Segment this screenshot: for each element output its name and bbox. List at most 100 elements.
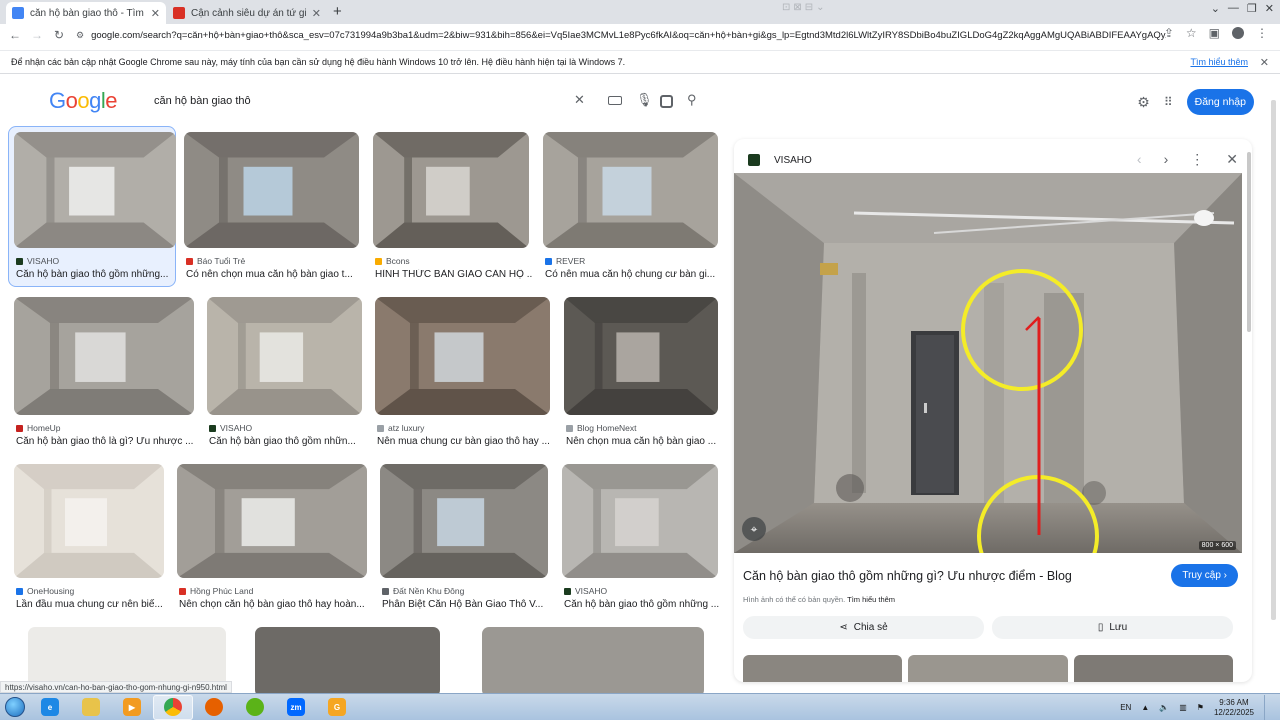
result-source[interactable]: atz luxury [377,423,424,433]
image-result-card[interactable]: atz luxury Nên mua chung cư bàn giao thô … [375,297,550,455]
result-thumbnail[interactable] [184,132,359,248]
taskbar-chrome[interactable] [153,694,193,720]
back-icon[interactable]: ← [4,28,26,42]
related-image[interactable] [1073,655,1233,682]
minimize-icon[interactable]: — [1228,2,1239,15]
result-caption[interactable]: Căn hộ bàn giao thô gồm những ... [564,599,722,610]
next-icon[interactable]: › [1164,151,1169,168]
image-result-card[interactable]: OneHousing Lần đầu mua chung cư nên biế..… [14,464,164,618]
lens-search-icon[interactable]: ⌖ [742,517,766,541]
preview-image[interactable]: ⌖ 800 × 600 [734,173,1242,553]
result-caption[interactable]: Nên chọn mua căn hộ bàn giao ... [566,436,722,447]
image-result-card[interactable]: HomeUp Căn hộ bàn giao thô là gì? Ưu nhượ… [14,297,194,455]
image-result-card[interactable] [255,627,440,693]
search-icon[interactable]: ⚲ [687,92,697,108]
more-options-icon[interactable]: ⋮ [1190,151,1204,168]
menu-icon[interactable]: ⋮ [1256,26,1268,40]
result-thumbnail[interactable] [14,297,194,415]
image-result-card[interactable]: VISAHO Căn hộ bàn giao thô gồm nhữn... [207,297,362,455]
share-icon[interactable]: ⇪ [1164,26,1174,40]
result-source[interactable]: Blog HomeNext [566,423,637,433]
result-thumbnail[interactable] [177,464,367,578]
flag-icon[interactable]: ⚑ [1197,703,1204,712]
panel-scrollbar[interactable] [1247,152,1251,332]
language-indicator[interactable]: EN [1120,703,1131,712]
taskbar-app-orange[interactable]: G [317,695,357,720]
taskbar-media[interactable]: ▶ [112,695,152,720]
page-scrollbar[interactable] [1271,100,1276,620]
close-tab-icon[interactable]: ✕ [312,7,321,20]
close-panel-icon[interactable]: ✕ [1226,151,1238,168]
search-input[interactable] [140,95,560,107]
start-button[interactable] [0,694,30,721]
image-result-card[interactable]: Báo Tuổi Trẻ Có nên chọn mua căn hộ bàn g… [184,132,359,288]
address-bar[interactable]: ⚙ google.com/search?q=căn+hộ+bàn+giao+th… [76,25,1166,45]
result-caption[interactable]: Lần đầu mua chung cư nên biế... [16,599,168,610]
result-caption[interactable]: Căn hộ bàn giao thô gồm những... [16,269,180,280]
result-caption[interactable]: Nên chọn căn hộ bàn giao thô hay hoàn... [179,599,371,610]
tray-arrow-icon[interactable]: ▲ [1141,703,1149,712]
related-image[interactable] [743,655,903,682]
image-result-card[interactable]: Đất Nền Khu Đông Phân Biệt Căn Hộ Bàn Gia… [380,464,548,618]
forward-icon[interactable]: → [26,28,48,42]
learn-more-link[interactable]: Tìm hiểu thêm [1190,57,1248,67]
result-thumbnail[interactable] [543,132,718,248]
taskbar-app-green[interactable] [235,695,275,720]
panel-site-name[interactable]: VISAHO [774,155,812,166]
result-caption[interactable]: Có nên mua căn hộ chung cư bàn gi... [545,269,722,280]
google-logo[interactable]: Google [49,88,118,114]
clock[interactable]: 9:36 AM 12/22/2025 [1214,698,1254,718]
side-panel-icon[interactable]: ▣ [1209,26,1220,40]
image-result-card[interactable]: REVER Có nên mua căn hộ chung cư bàn gi..… [543,132,718,288]
save-button[interactable]: ▯ Lưu [992,616,1233,639]
result-thumbnail[interactable] [207,297,362,415]
result-caption[interactable]: Nên mua chung cư bàn giao thô hay ... [377,436,554,447]
volume-icon[interactable]: 🔈 [1159,703,1169,712]
profile-avatar[interactable] [1232,27,1244,39]
result-caption[interactable]: HÌNH THỨC BÀN GIAO CĂN HỘ ... [375,269,533,280]
taskbar-firefox[interactable] [194,695,234,720]
result-source[interactable]: VISAHO [209,423,252,433]
settings-gear-icon[interactable]: ⚙ [1137,94,1150,111]
result-caption[interactable]: Phân Biệt Căn Hộ Bàn Giao Thô V... [382,599,552,610]
result-caption[interactable]: Căn hộ bàn giao thô là gì? Ưu nhược ... [16,436,198,447]
site-info-icon[interactable]: ⚙ [76,30,84,41]
result-thumbnail[interactable] [14,132,176,248]
result-thumbnail[interactable] [562,464,718,578]
clear-icon[interactable]: ✕ [574,92,585,108]
visit-button[interactable]: Truy cập › [1171,564,1238,587]
tab-google-search[interactable]: căn hộ bàn giao thô - Tìm trên G ✕ [6,2,166,24]
network-icon[interactable]: ▥ [1179,703,1187,712]
keyboard-icon[interactable] [608,96,622,105]
tab-search-icon[interactable]: ⌄ [1211,2,1220,15]
close-tab-icon[interactable]: ✕ [151,7,160,20]
close-infobar-icon[interactable]: ✕ [1260,56,1269,69]
result-source[interactable]: VISAHO [16,256,59,266]
result-source[interactable]: REVER [545,256,585,266]
result-thumbnail[interactable] [373,132,529,248]
new-tab-button[interactable]: + [333,3,342,20]
result-source[interactable]: VISAHO [564,586,607,596]
image-result-card[interactable]: VISAHO Căn hộ bàn giao thô gồm những ... [562,464,719,618]
microphone-icon[interactable]: 🎙 [636,92,653,108]
restore-icon[interactable]: ❐ [1247,2,1257,15]
image-result-card[interactable]: Hồng Phúc Land Nên chọn căn hộ bàn giao t… [177,464,367,618]
image-result-card[interactable]: Bcons HÌNH THỨC BÀN GIAO CĂN HỘ ... [373,132,533,288]
apps-grid-icon[interactable]: ⠿ [1164,95,1173,109]
image-result-card[interactable]: Blog HomeNext Nên chọn mua căn hộ bàn gia… [564,297,718,455]
tab-article[interactable]: Cận cảnh siêu dự án tứ giác Bến ✕ [167,2,327,24]
result-thumbnail[interactable] [380,464,548,578]
result-source[interactable]: HomeUp [16,423,61,433]
result-source[interactable]: Hồng Phúc Land [179,586,253,596]
result-source[interactable]: Bcons [375,256,410,266]
reload-icon[interactable]: ↻ [48,28,70,42]
copyright-learn-more-link[interactable]: Tìm hiểu thêm [847,595,895,604]
result-source[interactable]: Báo Tuổi Trẻ [186,256,245,266]
image-result-card[interactable] [482,627,704,693]
previous-icon[interactable]: ‹ [1137,151,1142,168]
close-window-icon[interactable]: ✕ [1265,2,1274,15]
related-image[interactable] [908,655,1068,682]
camera-lens-icon[interactable] [660,95,673,108]
result-source[interactable]: Đất Nền Khu Đông [382,586,464,596]
result-thumbnail[interactable] [375,297,550,415]
